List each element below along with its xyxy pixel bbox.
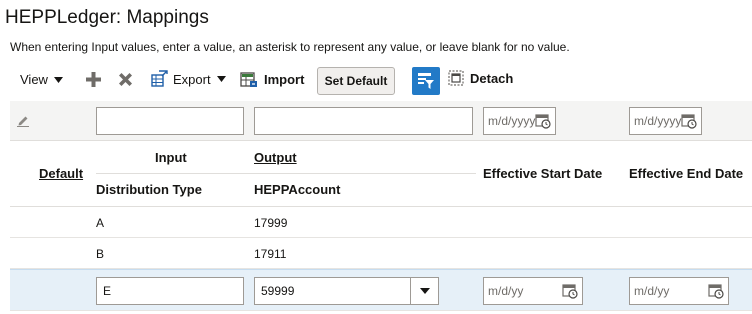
detach-button[interactable]: Detach — [448, 70, 513, 86]
table-row[interactable]: A 17999 — [10, 207, 752, 238]
import-label: Import — [264, 71, 305, 87]
caret-down-icon — [53, 76, 63, 83]
mappings-table: m/d/yyyy m/d/yyyy Default Input Output D… — [10, 101, 752, 314]
distribution-type-cell: A — [96, 216, 105, 230]
end-date-filter-placeholder: m/d/yyyy — [634, 114, 682, 128]
end-date-input[interactable]: m/d/yy — [629, 277, 729, 305]
column-header-hepp-account[interactable]: HEPPAccount — [254, 182, 340, 197]
hepp-account-cell: 17911 — [254, 247, 287, 261]
table-header: Default Input Output Distribution Type H… — [10, 141, 752, 207]
hepp-account-filter-input[interactable] — [254, 107, 473, 135]
calendar-icon[interactable] — [681, 113, 697, 132]
column-header-distribution-type[interactable]: Distribution Type — [96, 182, 202, 197]
header-divider — [96, 173, 476, 174]
start-date-input[interactable]: m/d/yy — [483, 277, 583, 305]
distribution-type-cell: B — [96, 247, 105, 261]
column-group-output[interactable]: Output — [254, 150, 297, 165]
pencil-icon — [17, 114, 30, 132]
hepp-account-select[interactable]: 59999 — [254, 277, 439, 305]
close-icon — [118, 72, 133, 87]
table-row[interactable]: B 17911 — [10, 238, 752, 269]
calendar-icon[interactable] — [535, 113, 551, 132]
end-date-placeholder: m/d/yy — [634, 284, 670, 298]
set-default-button[interactable]: Set Default — [317, 67, 395, 95]
query-by-example-icon — [417, 72, 435, 90]
import-spreadsheet-icon — [240, 70, 258, 88]
page-title: HEPPLedger: Mappings — [5, 7, 209, 28]
end-date-filter-input[interactable]: m/d/yyyy — [629, 107, 702, 135]
add-row-button[interactable] — [86, 72, 101, 87]
column-header-default[interactable]: Default — [39, 166, 83, 181]
detach-label: Detach — [470, 70, 514, 86]
delete-row-button[interactable] — [118, 72, 133, 87]
hepp-account-cell: 17999 — [254, 216, 288, 230]
caret-down-icon — [216, 76, 226, 82]
start-date-filter-placeholder: m/d/yyyy — [488, 114, 536, 128]
instructions-text: When entering Input values, enter a valu… — [10, 40, 570, 54]
start-date-placeholder: m/d/yy — [488, 284, 524, 298]
view-label: View — [20, 72, 48, 87]
distribution-type-input[interactable]: E — [96, 277, 244, 305]
export-menu-button[interactable]: Export — [150, 70, 226, 88]
column-group-input: Input — [155, 150, 187, 165]
hepp-account-value: 59999 — [261, 284, 295, 298]
import-button[interactable]: Import — [240, 70, 304, 88]
calendar-icon[interactable] — [562, 283, 578, 302]
query-filter-row: m/d/yyyy m/d/yyyy — [10, 101, 752, 141]
start-date-filter-input[interactable]: m/d/yyyy — [483, 107, 556, 135]
column-header-effective-start-date[interactable]: Effective Start Date — [483, 166, 602, 181]
distribution-type-filter-input[interactable] — [96, 107, 244, 135]
table-row-selected[interactable]: E 59999 m/d/yy m/d/yy — [10, 269, 752, 311]
detach-icon — [448, 70, 464, 86]
query-by-example-button[interactable] — [412, 67, 440, 95]
calendar-icon[interactable] — [708, 283, 724, 302]
view-menu-button[interactable]: View — [20, 72, 63, 87]
export-label: Export — [173, 71, 211, 87]
column-header-effective-end-date[interactable]: Effective End Date — [629, 166, 743, 181]
plus-icon — [86, 72, 101, 87]
chevron-down-icon[interactable] — [410, 278, 438, 304]
toolbar: View Export Import Set Default Detach — [0, 64, 752, 96]
export-spreadsheet-icon — [150, 70, 168, 88]
